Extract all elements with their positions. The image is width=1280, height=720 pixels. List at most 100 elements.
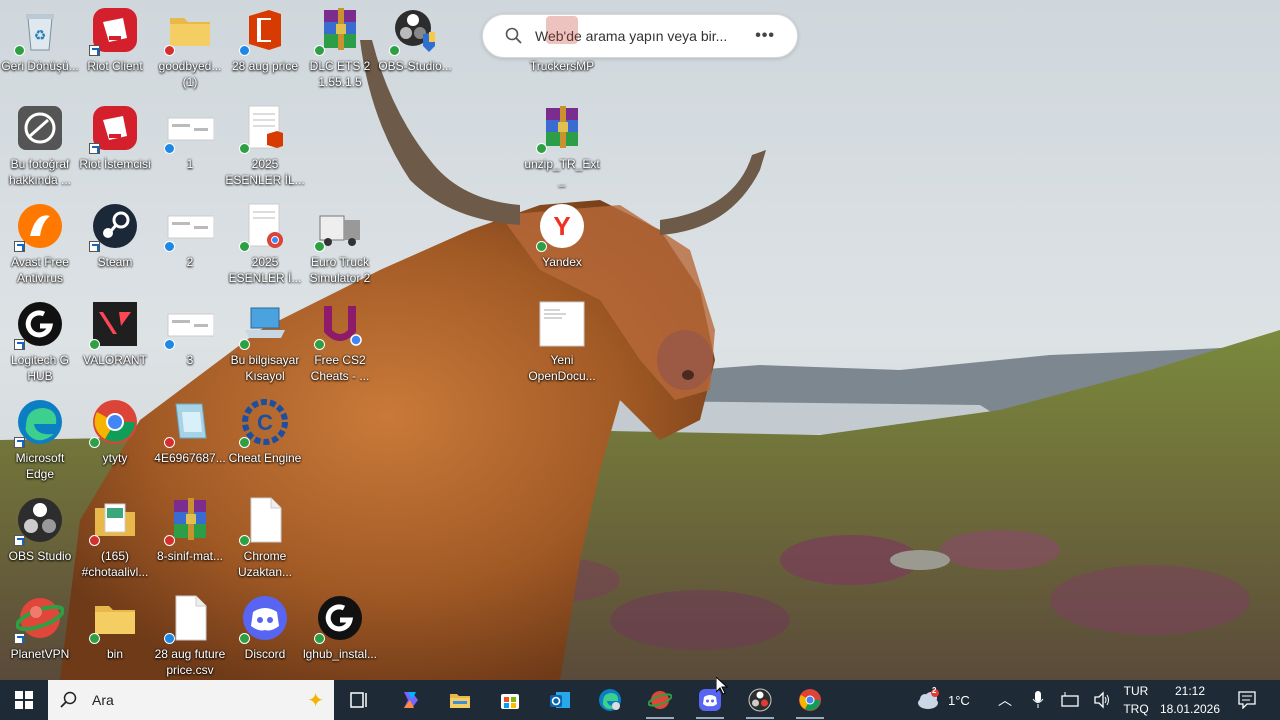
steam-icon — [89, 202, 139, 252]
desktop-icon-label: Yeni OpenDocu... — [528, 353, 596, 383]
desktop-icon[interactable]: Logitech G HUB — [0, 294, 80, 390]
desktop-icon[interactable]: 2025 ESENLER İ... — [225, 196, 305, 292]
desktop-icon-label: 28 aug price — [231, 59, 299, 73]
desktop-icon[interactable]: 3 — [150, 294, 230, 390]
chevron-up-icon[interactable]: ︿ — [998, 690, 1012, 710]
desktop-icon[interactable]: Y Yandex — [522, 196, 602, 292]
chrome-icon — [798, 688, 822, 712]
desktop-icon[interactable]: goodbyed... (1) — [150, 0, 230, 96]
desktop-icon[interactable]: PlanetVPN — [0, 588, 80, 684]
weather-widget[interactable]: 2 1°C — [916, 680, 970, 720]
taskbar-app-button[interactable] — [336, 680, 384, 720]
truckersmp-icon — [538, 6, 586, 54]
desktop-icon[interactable]: C Cheat Engine — [225, 392, 305, 488]
desktop-icon-label: (165) #chotaalivl... — [81, 549, 149, 579]
desktop-icon-label: Logitech G HUB — [10, 353, 70, 383]
search-highlight-icon[interactable]: ✦ — [307, 688, 324, 713]
desktop-icon-label: Bu fotoğraf hakkında ... — [8, 157, 72, 187]
sync-ok-icon — [389, 45, 400, 56]
desktop-icon[interactable]: Bu bilgisayar Kısayol — [225, 294, 305, 390]
desktop-icon[interactable]: Bu fotoğraf hakkında ... — [0, 98, 80, 194]
microphone-icon[interactable] — [1032, 691, 1044, 709]
desktop-icon[interactable]: Avast Free Antivirus — [0, 196, 80, 292]
desktop-icon[interactable]: 28 aug price — [225, 0, 305, 96]
notification-icon[interactable] — [1238, 691, 1256, 709]
desktop-icon[interactable]: unzip_TR_Ext_ — [522, 98, 602, 194]
desktop-icon[interactable]: 4E6967687... — [150, 392, 230, 488]
desktop-icon-label: PlanetVPN — [10, 647, 70, 661]
desktop-icon[interactable]: Discord — [225, 588, 305, 684]
desktop-icon[interactable]: DLC ETS 2 1.55.1.5 — [300, 0, 380, 96]
ellipsis-icon[interactable]: ••• — [755, 27, 775, 45]
network-icon[interactable] — [1061, 692, 1079, 708]
taskbar-app-button[interactable] — [486, 680, 534, 720]
cloud-only-icon — [164, 143, 175, 154]
shortcut-arrow-icon — [14, 339, 25, 350]
desktop-icon[interactable]: OBS Studio — [0, 490, 80, 586]
desktop-icon[interactable]: lghub_instal... — [300, 588, 380, 684]
clock-time: 21:12 — [1174, 684, 1206, 698]
obs-icon — [748, 688, 772, 712]
start-button[interactable] — [0, 680, 48, 720]
desktop-icon[interactable]: Riot Client — [75, 0, 155, 96]
desktop-icon[interactable]: Free CS2 Cheats - ... — [300, 294, 380, 390]
desktop-icon-label: unzip_TR_Ext_ — [524, 157, 600, 187]
desktop-icon[interactable]: 2025 ESENLER İL... — [225, 98, 305, 194]
shortcut-arrow-icon — [89, 45, 100, 56]
taskbar-app-button[interactable] — [786, 680, 834, 720]
winrar-icon — [536, 104, 586, 154]
truck-icon — [314, 202, 364, 252]
desktop-icon[interactable]: ♻ Geri Dönüşü... — [0, 0, 80, 96]
riot-icon — [89, 104, 139, 154]
desktop-icon[interactable]: (165) #chotaalivl... — [75, 490, 155, 586]
desktop-icon[interactable]: Chrome Uzaktan... — [225, 490, 305, 586]
desktop-icon[interactable]: bin — [75, 588, 155, 684]
clock-date: 18.01.2026 — [1159, 702, 1221, 716]
desktop-icon[interactable]: VALORANT — [75, 294, 155, 390]
taskbar: Ara ✦ 2 1°C ︿ TUR TRQ 21:12 18.01.2026 — [0, 680, 1280, 720]
sync-error-icon — [164, 437, 175, 448]
desktop-icon[interactable]: ytyty — [75, 392, 155, 488]
desktop-icon[interactable]: Yeni OpenDocu... — [522, 294, 602, 390]
desktop-icon[interactable]: Steam — [75, 196, 155, 292]
language-indicator[interactable]: TUR TRQ — [1118, 682, 1154, 718]
riot-icon — [89, 6, 139, 56]
desktop-icon-label: Euro Truck Simulator 2 — [309, 255, 371, 285]
desktop-icon[interactable]: 8-sinif-mat... — [150, 490, 230, 586]
mouse-cursor-icon — [716, 677, 728, 695]
taskbar-app-button[interactable] — [436, 680, 484, 720]
desktop-icon[interactable]: Euro Truck Simulator 2 — [300, 196, 380, 292]
desktop-icon[interactable]: 2 — [150, 196, 230, 292]
desktop-icon[interactable]: Microsoft Edge — [0, 392, 80, 488]
desktop-icon[interactable]: OBS-Studio... — [375, 0, 455, 96]
taskbar-search-box[interactable]: Ara ✦ — [48, 680, 334, 720]
volume-icon[interactable] — [1093, 691, 1111, 709]
sync-ok-icon — [239, 339, 250, 350]
language-code: TUR — [1123, 684, 1149, 698]
taskbar-app-button[interactable] — [636, 680, 684, 720]
folder-doc-icon — [89, 496, 139, 546]
desktop-icon-label: TruckersMP — [529, 59, 595, 73]
taskbar-app-button[interactable] — [736, 680, 784, 720]
sync-error-icon — [164, 535, 175, 546]
taskbar-app-button[interactable] — [386, 680, 434, 720]
desktop-icon[interactable]: Riot İstemcisi — [75, 98, 155, 194]
desktop-icon[interactable]: TruckersMP — [522, 0, 602, 96]
clock[interactable]: 21:12 18.01.2026 — [1158, 682, 1222, 718]
search-icon — [505, 27, 522, 44]
edge-icon — [14, 398, 64, 448]
taskbar-search-placeholder[interactable]: Ara — [92, 692, 114, 708]
desktop-icon-label: Chrome Uzaktan... — [237, 549, 293, 579]
desktop-icon-label: 2 — [186, 255, 194, 269]
document-icon — [538, 300, 586, 348]
desktop-icon[interactable]: 1 — [150, 98, 230, 194]
sync-ok-icon — [14, 45, 25, 56]
taskbar-app-button[interactable] — [536, 680, 584, 720]
desktop-icon[interactable]: 28 aug future price.csv — [150, 588, 230, 684]
taskbar-app-button[interactable] — [586, 680, 634, 720]
desktop-icon-label: 2025 ESENLER İ... — [228, 255, 302, 285]
desktop-icon-label: OBS-Studio... — [378, 59, 452, 73]
desktop-icon-label: VALORANT — [83, 353, 147, 367]
sync-ok-icon — [239, 535, 250, 546]
sync-ok-icon — [314, 339, 325, 350]
